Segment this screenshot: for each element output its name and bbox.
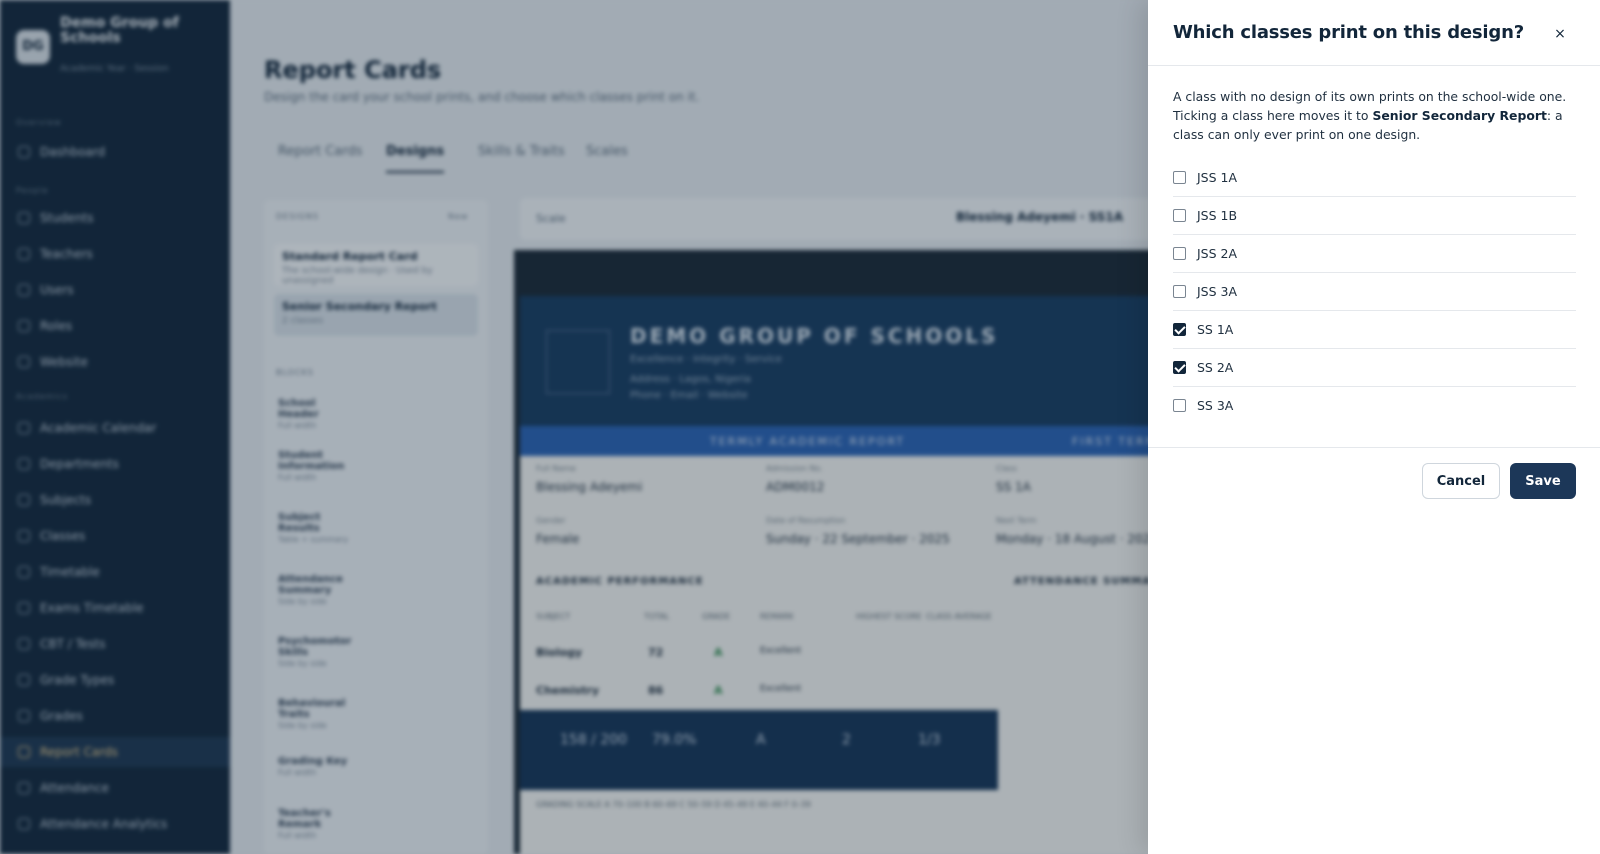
cancel-button[interactable]: Cancel	[1422, 463, 1500, 499]
class-checkbox-list: JSS 1A JSS 1B JSS 2A JSS 3A SS 1A SS 2A SS 3A	[1173, 159, 1576, 425]
class-label: SS 1A	[1197, 322, 1234, 337]
class-option-jss-3a[interactable]: JSS 3A	[1173, 273, 1576, 311]
checkbox[interactable]	[1173, 285, 1186, 298]
class-label: JSS 1A	[1197, 170, 1238, 185]
checkbox[interactable]	[1173, 399, 1186, 412]
class-option-jss-2a[interactable]: JSS 2A	[1173, 235, 1576, 273]
class-label: SS 2A	[1197, 360, 1234, 375]
desc-design-name: Senior Secondary Report	[1372, 108, 1547, 123]
class-option-ss-3a[interactable]: SS 3A	[1173, 387, 1576, 425]
class-label: JSS 3A	[1197, 284, 1238, 299]
class-label: SS 3A	[1197, 398, 1234, 413]
drawer-description: A class with no design of its own prints…	[1173, 87, 1583, 144]
class-option-jss-1b[interactable]: JSS 1B	[1173, 197, 1576, 235]
class-label: JSS 2A	[1197, 246, 1238, 261]
assign-classes-drawer: Which classes print on this design? × A …	[1148, 0, 1600, 854]
checkbox[interactable]	[1173, 171, 1186, 184]
close-icon[interactable]: ×	[1548, 22, 1572, 46]
checkbox[interactable]	[1173, 209, 1186, 222]
checkbox[interactable]	[1173, 323, 1186, 336]
drawer-footer-divider	[1148, 447, 1600, 448]
class-option-ss-1a[interactable]: SS 1A	[1173, 311, 1576, 349]
class-label: JSS 1B	[1197, 208, 1238, 223]
checkbox[interactable]	[1173, 361, 1186, 374]
save-button[interactable]: Save	[1510, 463, 1576, 499]
drawer-title: Which classes print on this design?	[1173, 22, 1524, 43]
class-option-ss-2a[interactable]: SS 2A	[1173, 349, 1576, 387]
class-option-jss-1a[interactable]: JSS 1A	[1173, 159, 1576, 197]
drawer-header: Which classes print on this design? ×	[1148, 0, 1600, 66]
checkbox[interactable]	[1173, 247, 1186, 260]
